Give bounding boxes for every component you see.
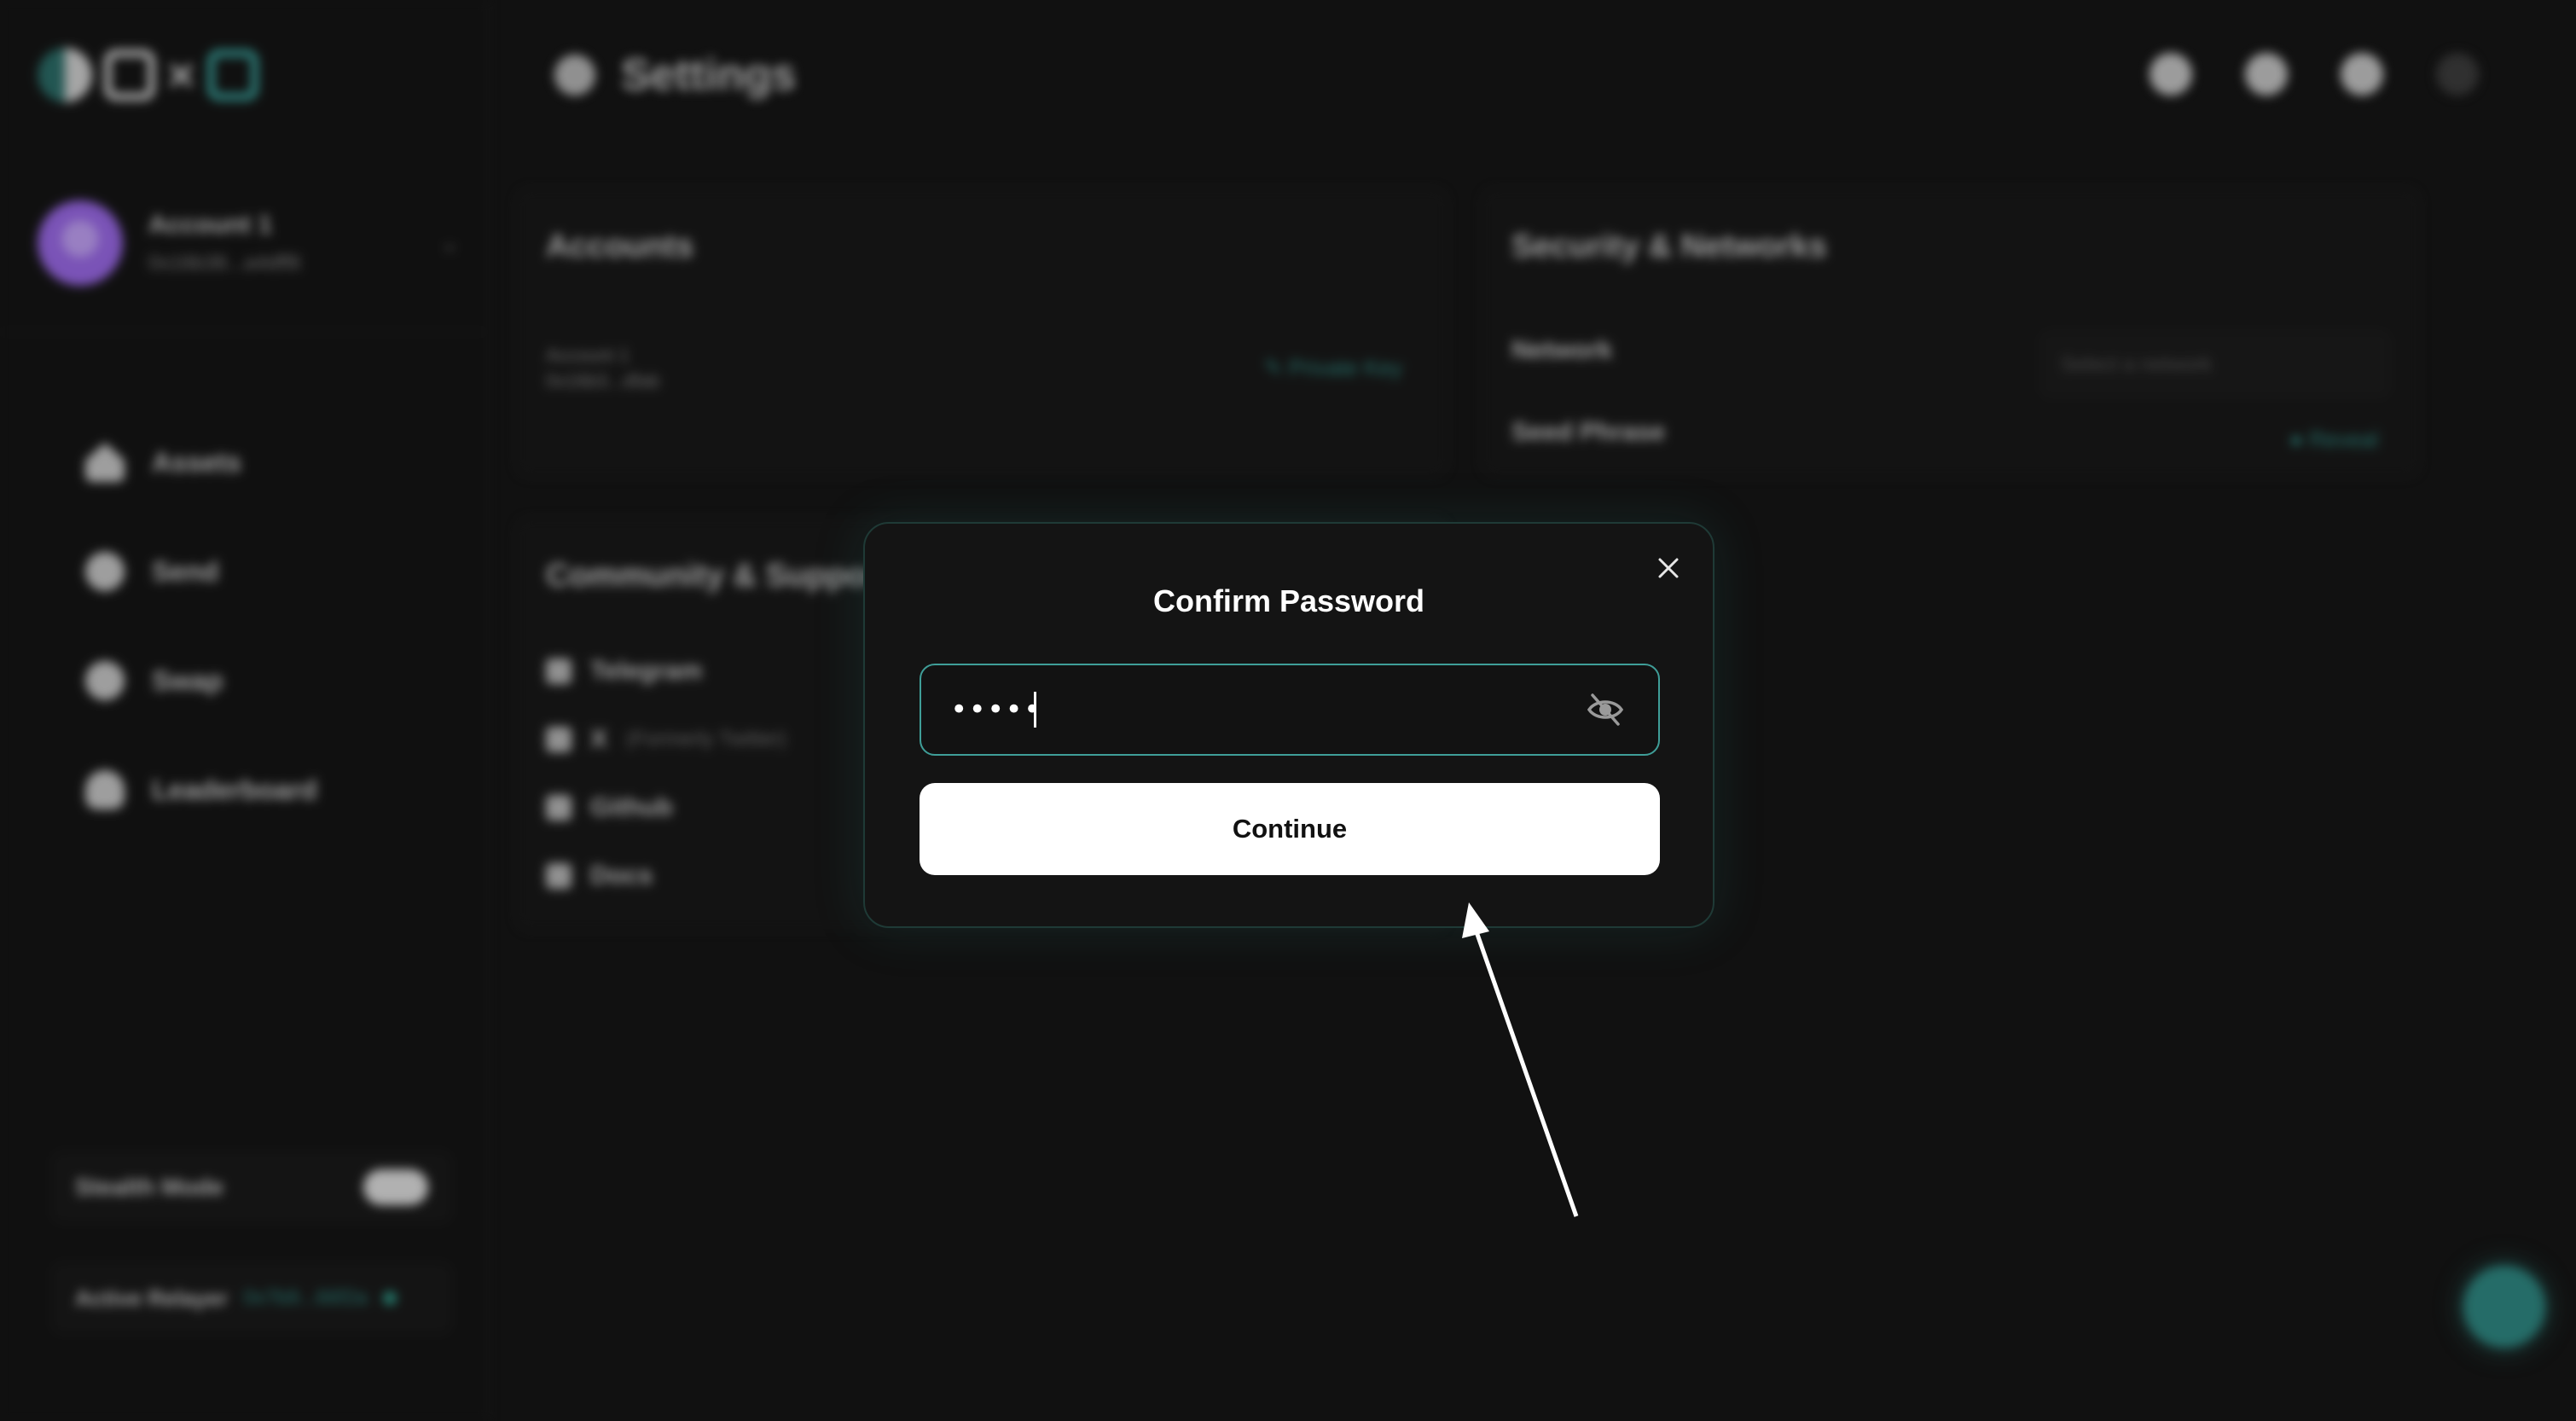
close-icon (1658, 558, 1679, 578)
text-caret (1034, 692, 1036, 728)
eye-slash-icon (1587, 693, 1624, 726)
continue-button[interactable]: Continue (920, 783, 1660, 875)
pointer-arrow-icon (1462, 902, 1579, 1217)
password-input[interactable] (950, 693, 1036, 727)
confirm-password-dialog: Confirm Password Continue (863, 522, 1714, 928)
toggle-visibility-button[interactable] (1581, 686, 1629, 734)
app-window: × Account 1 0x16b38...a4dff8 ⌄ Assets Se… (0, 0, 2576, 1421)
dialog-title: Confirm Password (1152, 583, 1425, 618)
close-button[interactable] (1650, 549, 1687, 587)
password-field[interactable] (920, 664, 1660, 756)
